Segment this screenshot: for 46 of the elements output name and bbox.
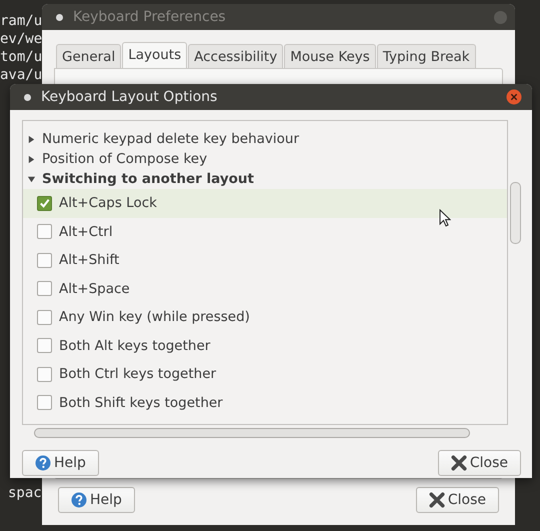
tree-item[interactable]: Numeric keypad delete key behaviour <box>42 131 300 147</box>
option-row[interactable]: Any Win key (while pressed) <box>23 303 507 332</box>
terminal-text: ev/we <box>0 30 42 48</box>
terminal-text: ava/u <box>0 66 42 84</box>
tab[interactable]: Layouts <box>122 42 188 68</box>
terminal-text: ram/u <box>0 12 42 30</box>
expanded-arrow-icon[interactable] <box>27 174 36 184</box>
tab[interactable]: General <box>56 44 122 68</box>
option-row[interactable]: Both Shift keys together <box>23 388 507 417</box>
terminal-text: tom/u <box>0 48 42 66</box>
close-button[interactable]: Close <box>438 450 521 476</box>
checkbox[interactable] <box>37 252 52 268</box>
help-button[interactable]: Help <box>58 487 135 513</box>
checkbox[interactable] <box>37 196 52 211</box>
tab[interactable]: Accessibility <box>188 44 284 68</box>
checkbox[interactable] <box>37 338 52 354</box>
tab[interactable]: Mouse Keys <box>284 44 376 68</box>
checkbox[interactable] <box>37 310 52 325</box>
help-icon <box>35 455 51 471</box>
option-row[interactable]: Alt+Shift <box>23 246 507 274</box>
window-menu-icon <box>56 14 63 20</box>
checkbox[interactable] <box>37 366 52 382</box>
collapsed-arrow-icon[interactable] <box>27 154 36 164</box>
mouse-pointer-icon <box>439 209 451 227</box>
help-button[interactable]: Help <box>22 450 99 476</box>
close-button[interactable]: Close <box>416 487 499 513</box>
help-icon <box>71 492 87 508</box>
close-icon <box>450 455 467 471</box>
checkbox[interactable] <box>37 281 52 296</box>
option-row[interactable]: Both Alt keys together <box>23 332 507 360</box>
collapsed-arrow-icon[interactable] <box>27 134 36 144</box>
checkbox[interactable] <box>37 395 52 410</box>
option-row[interactable]: Alt+Space <box>23 274 507 303</box>
window-title: Keyboard Preferences <box>73 9 227 25</box>
checkbox[interactable] <box>37 224 52 240</box>
close-icon[interactable] <box>506 89 522 105</box>
tab[interactable]: Typing Break <box>376 44 476 68</box>
terminal-text: spac <box>8 484 42 502</box>
option-row[interactable]: Alt+Ctrl <box>23 218 507 246</box>
tree-item[interactable]: Switching to another layout <box>42 171 254 187</box>
window-title: Keyboard Layout Options <box>41 89 218 105</box>
option-row[interactable]: Alt+Caps Lock <box>23 189 507 218</box>
window-menu-icon <box>24 94 31 100</box>
option-row[interactable]: Both Ctrl keys together <box>23 360 507 388</box>
close-icon <box>428 492 445 508</box>
tree-item[interactable]: Position of Compose key <box>42 151 208 167</box>
